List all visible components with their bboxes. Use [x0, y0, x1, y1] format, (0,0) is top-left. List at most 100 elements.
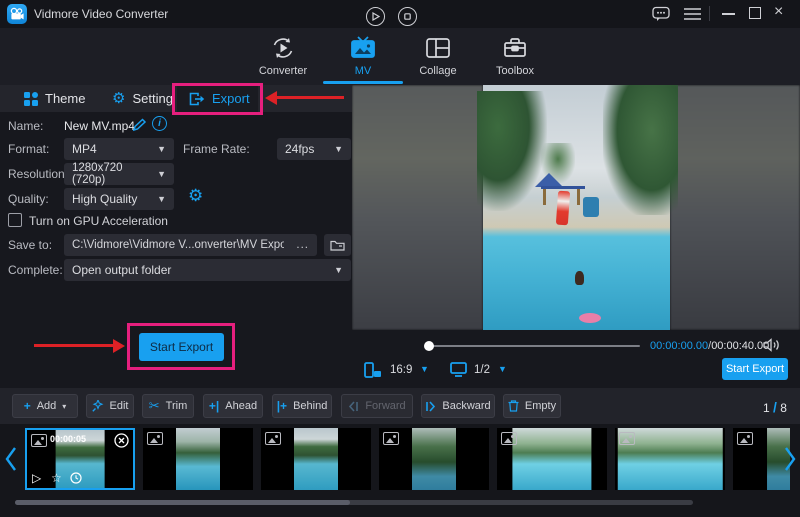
insert-behind-icon: |+ — [277, 399, 287, 413]
browse-ellipsis-button[interactable]: ... — [296, 239, 309, 251]
converter-icon — [247, 34, 319, 62]
timeline-clip-1[interactable]: 00:00:05 ▷ ☆ — [25, 428, 135, 490]
behind-button[interactable]: |+ Behind — [272, 394, 332, 418]
counter-separator: / — [773, 399, 777, 415]
nav-label: MV — [327, 65, 399, 77]
resolution-dropdown[interactable]: 1280x720 (720p)▼ — [64, 163, 174, 185]
stop-button[interactable] — [398, 7, 417, 26]
maximize-icon[interactable] — [749, 7, 761, 19]
screen-view-icon[interactable] — [450, 362, 467, 377]
clip-photo — [512, 428, 591, 490]
volume-icon[interactable] — [763, 338, 780, 352]
timeline-clip-6[interactable] — [615, 428, 725, 490]
save-to-path-field[interactable]: C:\Vidmore\Vidmore V...onverter\MV Expor… — [64, 234, 317, 256]
preview-swimmer — [575, 271, 584, 285]
format-value: MP4 — [72, 142, 97, 156]
chevron-down-icon: ▼ — [157, 169, 166, 179]
seek-slider-track[interactable] — [428, 345, 640, 347]
aspect-chevron-down-icon[interactable]: ▼ — [420, 364, 429, 374]
preview-pavilion-post — [577, 189, 580, 205]
video-preview[interactable] — [352, 85, 800, 330]
minimize-icon[interactable] — [722, 13, 735, 15]
timeline-scrollbar-track[interactable] — [15, 500, 693, 505]
timeline-scroll-right-chevron[interactable] — [783, 446, 797, 472]
insert-ahead-icon: +| — [209, 399, 219, 413]
export-panel: Theme ⚙ Setting Export Name: New MV.mp4 … — [0, 85, 352, 395]
timeline-clip-3[interactable] — [261, 428, 371, 490]
clip-star-icon[interactable]: ☆ — [51, 471, 62, 485]
ahead-button[interactable]: +| Ahead — [203, 394, 263, 418]
nav-tab-converter[interactable]: Converter — [247, 34, 319, 77]
complete-value: Open output folder — [72, 263, 171, 277]
timeline-clip-7[interactable] — [733, 428, 790, 490]
button-label: Backward — [442, 400, 490, 412]
timeline-scroll-left-chevron[interactable] — [4, 446, 18, 472]
play-button[interactable] — [366, 7, 385, 26]
quality-value: High Quality — [72, 192, 137, 206]
button-label: Empty — [525, 400, 556, 412]
name-label: Name: — [8, 119, 43, 133]
trash-icon — [508, 400, 519, 412]
clip-duration: 00:00:05 — [50, 434, 86, 444]
forward-button[interactable]: Forward — [341, 394, 413, 418]
complete-dropdown[interactable]: Open output folder▼ — [64, 259, 351, 281]
main-nav: Converter MV Collage Toolbox — [0, 28, 800, 85]
preview-trees-left — [477, 91, 547, 211]
tab-label: Theme — [45, 91, 85, 106]
nav-tab-collage[interactable]: Collage — [402, 34, 474, 77]
clip-counter: 1 / 8 — [763, 399, 787, 415]
tab-theme[interactable]: Theme — [12, 85, 97, 112]
aspect-ratio-value[interactable]: 16:9 — [390, 364, 412, 376]
edit-button[interactable]: Edit — [86, 394, 134, 418]
counter-total: 8 — [780, 401, 787, 415]
nav-tab-mv[interactable]: MV — [327, 34, 399, 77]
button-label: Behind — [293, 400, 327, 412]
preview-start-export-button[interactable]: Start Export — [722, 358, 788, 380]
format-dropdown[interactable]: MP4▼ — [64, 138, 174, 160]
menu-icon[interactable] — [684, 8, 701, 20]
tab-label: Setting — [132, 91, 172, 106]
total-time: 00:00:40.00 — [711, 340, 769, 352]
clip-play-icon[interactable]: ▷ — [32, 471, 41, 485]
collage-icon — [402, 34, 474, 62]
preview-blue-slide — [583, 197, 599, 217]
timeline-clip-4[interactable] — [379, 428, 489, 490]
name-value: New MV.mp4 — [64, 119, 135, 133]
titlebar-divider — [709, 6, 710, 21]
image-icon — [737, 432, 753, 445]
preview-float-ring — [579, 313, 601, 323]
quality-dropdown[interactable]: High Quality ▼ — [64, 188, 174, 210]
open-folder-button[interactable] — [324, 234, 351, 256]
move-backward-icon — [425, 401, 436, 412]
close-icon[interactable]: × — [774, 3, 783, 21]
empty-button[interactable]: Empty — [503, 394, 561, 418]
button-label: Ahead — [225, 400, 257, 412]
clip-clock-icon[interactable] — [70, 472, 82, 484]
frame-rate-dropdown[interactable]: 24fps▼ — [277, 138, 351, 160]
quality-settings-gear-icon[interactable]: ⚙ — [188, 186, 203, 206]
add-button[interactable]: + Add ▾ — [12, 394, 78, 418]
screen-view-value[interactable]: 1/2 — [474, 364, 490, 376]
nav-tab-toolbox[interactable]: Toolbox — [479, 34, 551, 77]
timeline-scrollbar-thumb[interactable] — [15, 500, 350, 505]
nav-label: Converter — [247, 65, 319, 77]
button-label: Forward — [365, 400, 405, 412]
app-logo-icon — [7, 4, 27, 24]
aspect-ratio-icon[interactable] — [364, 362, 382, 378]
button-label: Trim — [166, 400, 188, 412]
preview-pavilion-post — [543, 189, 546, 205]
timeline-clip-5[interactable] — [497, 428, 607, 490]
seek-slider-knob[interactable] — [424, 341, 434, 351]
backward-button[interactable]: Backward — [421, 394, 495, 418]
remove-clip-icon[interactable] — [114, 433, 129, 448]
info-icon[interactable]: i — [152, 116, 167, 131]
screen-chevron-down-icon[interactable]: ▼ — [498, 364, 507, 374]
feedback-icon[interactable] — [652, 6, 670, 22]
gpu-checkbox[interactable] — [8, 213, 22, 227]
clip-photo — [176, 428, 220, 490]
timeline-clip-2[interactable] — [143, 428, 253, 490]
chevron-down-icon: ▼ — [157, 194, 166, 204]
rename-pencil-icon[interactable] — [131, 117, 147, 133]
gear-icon: ⚙ — [112, 91, 125, 106]
trim-button[interactable]: ✂ Trim — [142, 394, 194, 418]
